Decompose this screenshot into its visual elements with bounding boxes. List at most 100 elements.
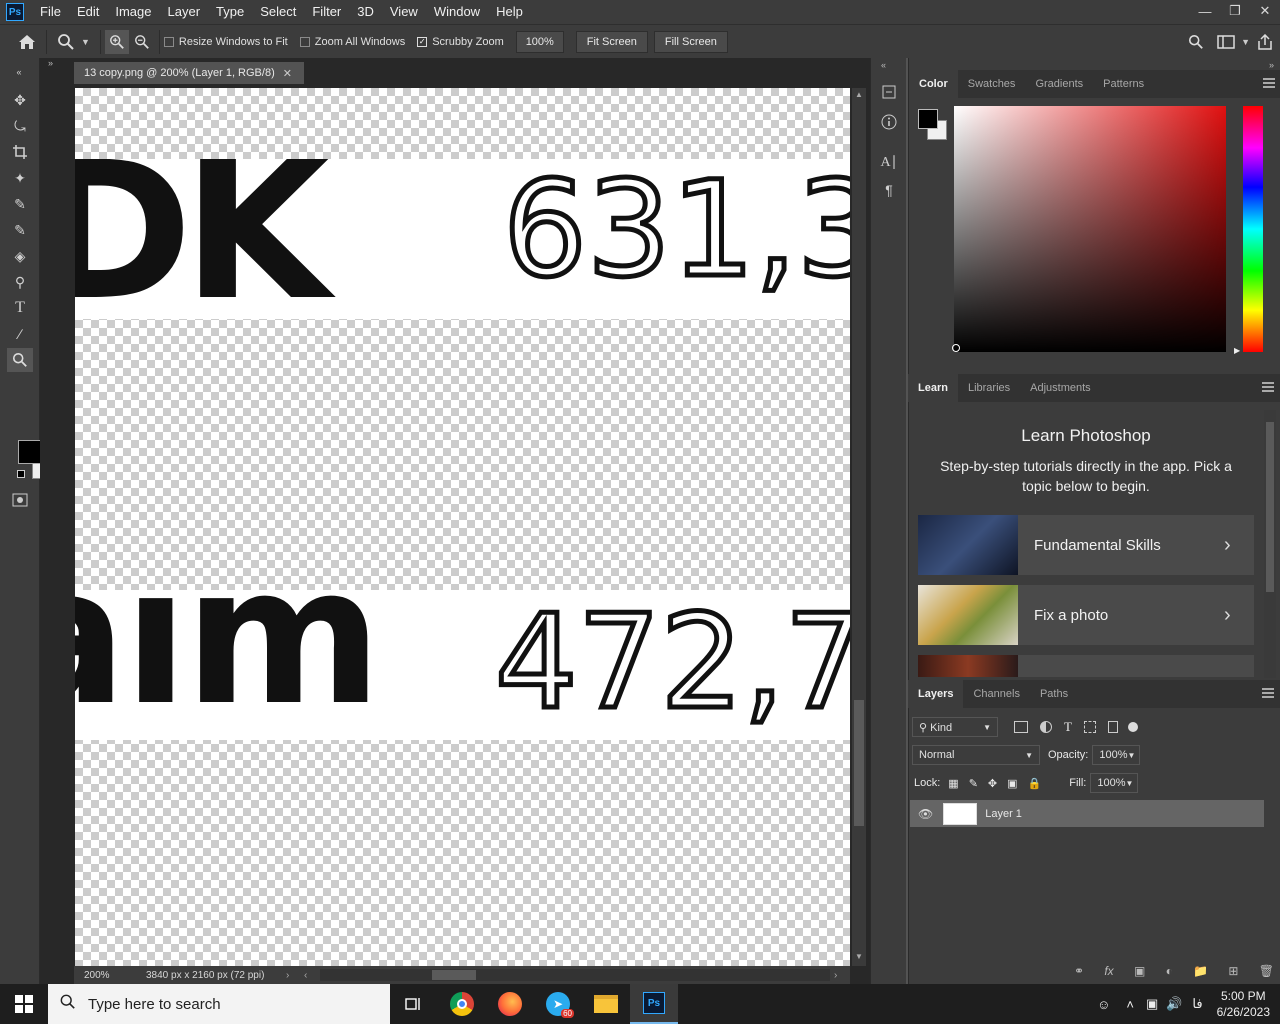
vertical-scrollbar[interactable] (852, 88, 866, 966)
collapse-icon[interactable]: « (881, 60, 886, 70)
scroll-up-icon[interactable]: ▲ (855, 90, 863, 99)
close-icon[interactable]: ✕ (1250, 0, 1280, 22)
fill-screen-button[interactable]: Fill Screen (653, 30, 728, 53)
panel-menu-icon[interactable] (1263, 78, 1275, 88)
lock-all-icon[interactable]: 🔒 (1028, 777, 1042, 790)
learn-card-fix-a-photo[interactable]: Fix a photo › (918, 585, 1254, 645)
new-layer-icon[interactable]: ⊞ (1228, 964, 1238, 978)
canvas[interactable]: DK 631,3 aim 472,7 (75, 88, 850, 966)
vertical-scroll-thumb[interactable] (854, 700, 864, 826)
filter-shape-icon[interactable] (1083, 721, 1096, 733)
scroll-down-icon[interactable]: ▼ (855, 952, 863, 961)
color-picker-handle[interactable] (952, 344, 960, 352)
language-indicator[interactable]: فا (1192, 996, 1202, 1012)
menu-view[interactable]: View (382, 0, 426, 24)
tab-paths[interactable]: Paths (1030, 680, 1078, 708)
taskbar-search[interactable]: Type here to search (48, 984, 390, 1024)
workspace-icon[interactable] (1211, 27, 1241, 57)
chevron-down-icon[interactable]: ▼ (81, 37, 90, 47)
task-view-icon[interactable] (390, 984, 438, 1024)
chrome-icon[interactable] (438, 984, 486, 1024)
default-colors-icon[interactable] (17, 470, 25, 478)
chevron-down-icon[interactable]: ▼ (1241, 37, 1250, 47)
lock-position-icon[interactable]: ✥ (988, 777, 997, 790)
filter-adjustment-icon[interactable] (1040, 721, 1052, 733)
zoom-tool-icon[interactable] (51, 27, 81, 57)
scrubby-zoom-checkbox[interactable]: ✓ Scrubby Zoom (417, 36, 504, 48)
network-icon[interactable]: ▣ (1146, 996, 1158, 1012)
foreground-color-swatch[interactable] (18, 440, 42, 464)
line-tool-icon[interactable]: ∕ (7, 322, 33, 346)
tab-patterns[interactable]: Patterns (1093, 70, 1154, 98)
fx-icon[interactable]: fx (1104, 964, 1113, 978)
type-tool-icon[interactable]: T (7, 296, 33, 320)
search-icon[interactable] (1181, 27, 1211, 57)
menu-layer[interactable]: Layer (160, 0, 209, 24)
tab-gradients[interactable]: Gradients (1025, 70, 1093, 98)
fill-field[interactable]: 100% ▼ (1090, 773, 1139, 793)
tab-swatches[interactable]: Swatches (958, 70, 1026, 98)
lock-artboard-icon[interactable]: ▣ (1007, 777, 1017, 790)
link-layers-icon[interactable]: ⚭ (1074, 964, 1084, 978)
filter-smart-object-icon[interactable] (1107, 721, 1118, 733)
learn-scroll-thumb[interactable] (1266, 422, 1274, 592)
close-tab-icon[interactable]: ✕ (283, 67, 292, 80)
filter-toggle-icon[interactable] (1127, 722, 1138, 732)
home-icon[interactable] (12, 27, 42, 57)
people-icon[interactable]: ☺ (1097, 997, 1110, 1012)
menu-filter[interactable]: Filter (304, 0, 349, 24)
paragraph-panel-icon[interactable]: ¶ (876, 178, 902, 202)
learn-scrollbar[interactable] (1264, 410, 1276, 678)
menu-window[interactable]: Window (426, 0, 488, 24)
scroll-right-icon[interactable]: › (830, 970, 846, 981)
move-tool-icon[interactable]: ✥ (7, 88, 33, 112)
menu-edit[interactable]: Edit (69, 0, 107, 24)
color-field[interactable] (954, 106, 1226, 352)
opacity-field[interactable]: 100% ▼ (1092, 745, 1141, 765)
delete-layer-icon[interactable]: 🗑 (1259, 964, 1274, 978)
brush-tool-icon[interactable]: ✎ (7, 192, 33, 216)
filter-pixel-icon[interactable] (1014, 721, 1028, 733)
zoom-out-icon[interactable] (129, 27, 155, 57)
zoom-percent-field[interactable]: 100% (515, 30, 564, 53)
info-icon[interactable] (876, 110, 902, 134)
menu-image[interactable]: Image (107, 0, 159, 24)
filter-type-icon[interactable]: T (1064, 719, 1072, 735)
menu-type[interactable]: Type (208, 0, 252, 24)
history-panel-icon[interactable] (876, 80, 902, 104)
fit-screen-button[interactable]: Fit Screen (575, 30, 648, 53)
adjustment-layer-icon[interactable]: ◐ (1166, 964, 1173, 978)
tab-channels[interactable]: Channels (963, 680, 1029, 708)
chevron-up-icon[interactable]: ˄ (1126, 997, 1134, 1012)
firefox-icon[interactable] (486, 984, 534, 1024)
hue-slider-handle[interactable]: ▶ (1234, 346, 1240, 355)
minimize-icon[interactable]: — (1190, 0, 1220, 22)
lock-image-icon[interactable]: ✎ (969, 777, 978, 790)
dodge-tool-icon[interactable]: ⚲ (7, 270, 33, 294)
new-group-icon[interactable]: 📁 (1193, 964, 1208, 978)
panel-menu-icon[interactable] (1262, 382, 1274, 392)
horizontal-scrollbar[interactable] (320, 969, 830, 981)
menu-select[interactable]: Select (252, 0, 304, 24)
menu-3d[interactable]: 3D (349, 0, 382, 24)
collapse-icon[interactable]: « (6, 60, 32, 84)
learn-card-partial[interactable] (918, 655, 1254, 677)
character-panel-icon[interactable]: A∣ (876, 150, 902, 174)
windows-start-icon[interactable] (0, 984, 48, 1024)
foreground-color-swatch[interactable] (918, 109, 938, 129)
clock[interactable]: 5:00 PM 6/26/2023 (1217, 988, 1270, 1020)
telegram-icon[interactable]: ➤ 60 (534, 984, 582, 1024)
add-mask-icon[interactable]: ▣ (1134, 964, 1145, 978)
tab-adjustments[interactable]: Adjustments (1020, 374, 1101, 402)
tab-layers[interactable]: Layers (908, 680, 964, 708)
menu-help[interactable]: Help (488, 0, 531, 24)
zoom-in-icon[interactable] (104, 29, 129, 54)
zoom-all-windows-checkbox[interactable]: Zoom All Windows (299, 36, 405, 48)
resize-windows-checkbox[interactable]: Resize Windows to Fit (163, 36, 288, 48)
eye-icon[interactable]: 👁 (918, 807, 933, 821)
history-brush-icon[interactable]: ✎ (7, 218, 33, 242)
layer-filter-dropdown[interactable]: ⚲ Kind ▼ (912, 717, 998, 737)
lasso-tool-icon[interactable]: ⤿ (7, 114, 33, 138)
zoom-level[interactable]: 200% (74, 970, 134, 981)
horizontal-scroll-thumb[interactable] (432, 970, 476, 980)
